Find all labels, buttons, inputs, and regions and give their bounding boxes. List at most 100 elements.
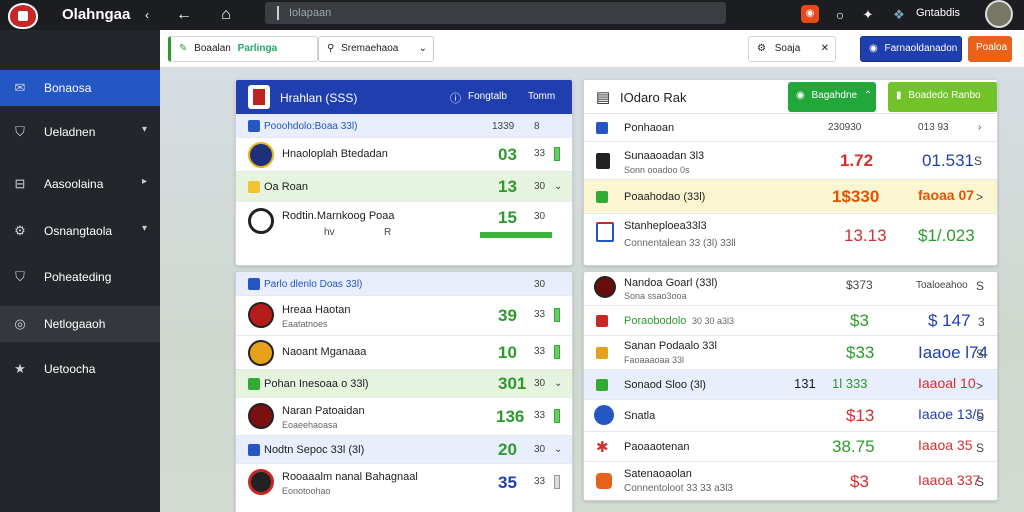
battery-icon xyxy=(554,345,560,359)
row-value: $3 xyxy=(850,311,869,330)
search-input[interactable]: Iolapaan xyxy=(265,2,726,24)
right-panel-bottom: Nandoa Goarl (33l) Sona ssao3ooa $373 To… xyxy=(583,271,998,501)
header-label[interactable]: Tomm xyxy=(528,91,555,102)
row-alt: 33 xyxy=(534,410,546,421)
row-alt: 33 xyxy=(534,476,546,487)
apps-icon[interactable]: ❖ xyxy=(888,4,910,26)
table-row[interactable]: Snatla $13 Iaaoe 13/5 S xyxy=(584,400,997,432)
sidebar-item-4[interactable]: ⛉ Poheateding xyxy=(0,259,160,295)
app-name: Olahngaa xyxy=(62,6,131,23)
settings-icon[interactable]: ✦ xyxy=(857,4,879,26)
flag-icon: ▮ xyxy=(896,90,902,101)
row-name: Pohan Inesoaa o 33l) xyxy=(264,378,369,390)
shield-icon: ⛉ xyxy=(15,269,25,284)
chevron-down-icon: ⌄ xyxy=(418,43,427,54)
sidebar-item-0[interactable]: ✉ Bonaosa xyxy=(0,70,160,106)
group-header-value: Toaloeahoo xyxy=(916,280,968,291)
home-icon[interactable]: ⌂ xyxy=(215,4,237,26)
sidebar-item-label: Osnangtaola xyxy=(44,224,113,238)
row-unit: > xyxy=(976,379,984,393)
gear-icon: ⚙ xyxy=(14,223,26,238)
orange-button[interactable]: Poaloa xyxy=(968,36,1012,62)
table-row[interactable]: Sonaod Sloo (3l) 131 1l 333 Iaaoal 10 > xyxy=(584,370,997,400)
group-header-value: 013 93 xyxy=(918,122,949,133)
row-alt: 33 xyxy=(534,148,546,159)
row-alt: 30 xyxy=(534,211,546,222)
expand-icon: ⌄ xyxy=(554,181,563,192)
row-unit: > xyxy=(976,190,984,204)
row-name: Poraobodolo xyxy=(624,315,687,327)
settings-button[interactable]: ⚙ Soaja ✕ xyxy=(748,36,836,62)
sidebar-item-label: Poheateding xyxy=(44,270,112,284)
group-header-value: 1339 xyxy=(492,121,515,132)
battery-icon xyxy=(554,308,560,322)
app-logo xyxy=(8,3,38,29)
avatar[interactable] xyxy=(985,0,1013,28)
table-row[interactable]: Hreaa Haotan Eaatatnoes 39 33 xyxy=(236,296,572,336)
gear-icon: ⚙ xyxy=(757,43,766,54)
row-value: 13.13 xyxy=(844,226,887,245)
row-score: 03 xyxy=(498,145,517,164)
dropdown-select[interactable]: ⚲ Sremaehaoa ⌄ xyxy=(318,36,434,62)
battery-icon xyxy=(554,409,560,423)
collapse-icon[interactable]: ‹ xyxy=(136,4,158,26)
group-header-value: 230930 xyxy=(828,122,862,133)
sidebar: ✉ Bonaosa ⛉ Ueladnen ▾ ⊟ Aasoolaina ▸ ⚙ … xyxy=(0,30,160,512)
table-row[interactable]: Stanheploea33l3 Connentalean 33 (3l) 33l… xyxy=(584,214,997,265)
table-row[interactable]: ✱ Paoaaotenan 38.75 Iaaoa 35 S xyxy=(584,432,997,462)
group-icon xyxy=(596,379,608,391)
row-sub: Eonotoohao xyxy=(282,486,331,496)
sidebar-item-1[interactable]: ⛉ Ueladnen ▾ xyxy=(0,114,160,150)
team-badge xyxy=(248,142,274,168)
primary-button[interactable]: ◉ Farnaoldanadon xyxy=(860,36,962,62)
table-row[interactable]: Oa Roan 13 30 ⌄ xyxy=(236,172,572,202)
row-name: Rodtin.Marnkoog Poaa xyxy=(282,210,395,222)
green-button[interactable]: ▮ Boadedo Ranbo xyxy=(888,82,997,112)
info-icon: ⓘ xyxy=(450,93,461,105)
table-row[interactable]: Rodtin.Marnkoog Poaa hv R 15 30 xyxy=(236,202,572,244)
star-icon: ★ xyxy=(14,361,26,376)
row-value: 131 xyxy=(794,376,816,391)
back-arrow-icon[interactable]: ← xyxy=(173,4,195,26)
table-row[interactable]: Naran Patoaidan Eoaeehaoasa 136 33 xyxy=(236,398,572,436)
sidebar-item-5[interactable]: ◎ Netlogaaoh xyxy=(0,306,160,342)
header-label[interactable]: Fongtalb xyxy=(468,91,507,102)
team-badge xyxy=(594,276,616,298)
sidebar-item-6[interactable]: ★ Uetoocha xyxy=(0,351,160,387)
mail-icon: ✉ xyxy=(14,80,26,95)
primary-button-label: Farnaoldanadon xyxy=(884,43,958,54)
table-row[interactable]: Poaahodao (33l) 1$330 faoaa 07 > xyxy=(584,180,997,214)
table-row[interactable]: Nodtn Sepoc 33l (3l) 20 30 ⌄ xyxy=(236,436,572,464)
sidebar-item-2[interactable]: ⊟ Aasoolaina ▸ xyxy=(0,166,160,202)
table-row[interactable]: Rooaaalm nanal Bahagnaal Eonotoohao 35 3… xyxy=(236,464,572,502)
user-name[interactable]: Gntabdis xyxy=(916,7,960,19)
chevron-right-icon: › xyxy=(978,122,982,133)
table-row[interactable]: Pohan Inesoaa o 33l) 301 30 ⌄ xyxy=(236,370,572,398)
table-row[interactable]: Sunaaoadan 3l3 Sonn ooadoo 0s 1.72 01.53… xyxy=(584,142,997,180)
table-row[interactable]: Hnaoloplah Btedadan 03 33 xyxy=(236,138,572,172)
green-button[interactable]: ◉ Bagahdne ⌃ xyxy=(788,82,876,112)
shield-icon: ⛉ xyxy=(15,124,25,139)
sidebar-item-3[interactable]: ⚙ Osnangtaola ▾ xyxy=(0,213,160,249)
left-panel-header: Hrahlan (SSS) ⓘ Fongtalb Tomm xyxy=(236,80,572,114)
row-unit: S xyxy=(976,347,985,361)
row-unit: S xyxy=(976,410,985,424)
row-score: 39 xyxy=(498,306,517,325)
group-icon xyxy=(248,278,260,290)
notification-icon[interactable]: ◉ xyxy=(801,5,819,23)
row-stat: R xyxy=(384,227,392,238)
team-badge xyxy=(248,340,274,366)
row-value: 1$330 xyxy=(832,187,880,206)
group-header-label: Pooohdolo:Boaa 33l) xyxy=(264,121,358,132)
group-icon xyxy=(596,315,608,327)
table-row[interactable]: Sanan Podaalo 33l Faoaaaoaa 33l $33 Iaao… xyxy=(584,336,997,370)
row-stat: hv xyxy=(324,227,335,238)
clock-icon[interactable]: ○ xyxy=(829,4,851,26)
table-row[interactable]: Naoant Mganaaa 10 33 xyxy=(236,336,572,370)
filter-button[interactable]: ✎ Boaalan Parlinga xyxy=(168,36,318,62)
row-value: $33 xyxy=(846,343,875,362)
row-alt: 30 xyxy=(534,181,546,192)
chevron-right-icon: ▸ xyxy=(142,176,148,187)
table-row[interactable]: Poraobodolo 30 30 a3l3 $3 $ 147 3 xyxy=(584,306,997,336)
table-row[interactable]: Satenaoaolan Connentoloot 33 33 a3l3 $3 … xyxy=(584,462,997,500)
